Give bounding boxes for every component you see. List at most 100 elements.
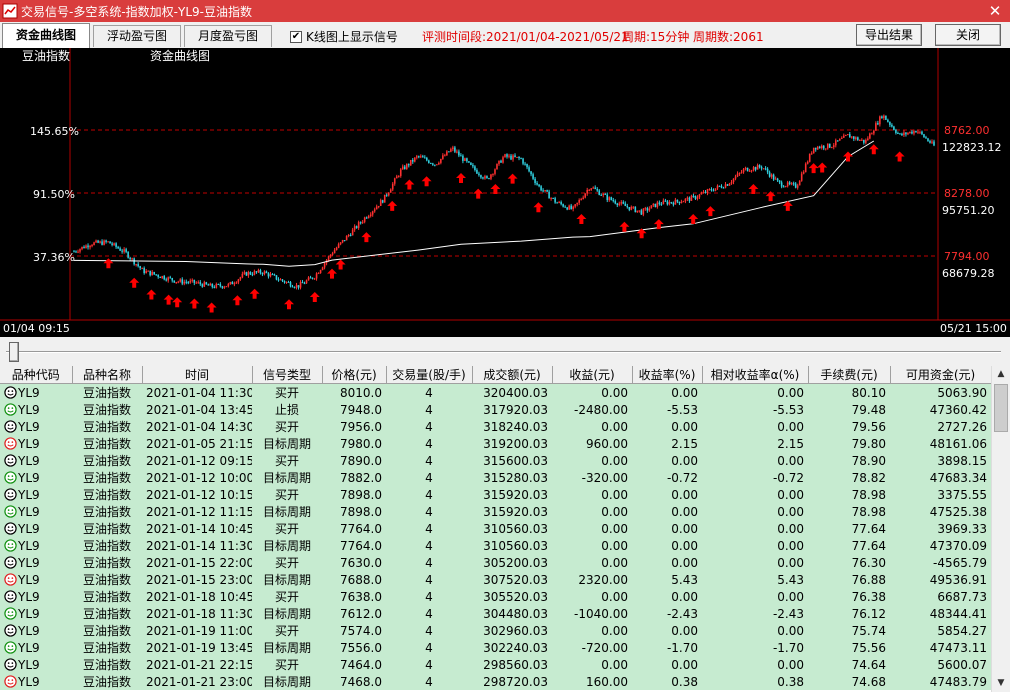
candle-body <box>732 178 735 182</box>
table-row[interactable]: YL9 豆油指数 2021-01-14 11:30 目标周期 7764.0 4 310560… <box>0 537 991 554</box>
candle-body <box>418 156 420 158</box>
column-header[interactable]: 收益(元) <box>552 366 633 384</box>
right-capital-tick-3: 68679.28 <box>942 267 995 280</box>
table-row[interactable]: YL9 豆油指数 2021-01-12 11:15 目标周期 7898.0 4 315920… <box>0 503 991 520</box>
candle-body <box>648 208 651 211</box>
smiley-icon <box>4 555 17 569</box>
cycle-text: 周期:15分钟 <box>622 30 690 44</box>
scroll-down-icon[interactable]: ▼ <box>992 675 1010 692</box>
column-header[interactable]: 收益率(%) <box>632 366 703 384</box>
candle-body <box>464 158 466 161</box>
cell-profit: 160.00 <box>586 674 628 689</box>
table-row[interactable]: YL9 豆油指数 2021-01-15 23:00 目标周期 7688.0 4 307520… <box>0 571 991 588</box>
column-header[interactable]: 时间 <box>142 366 253 384</box>
candle-body <box>123 249 125 252</box>
tab-equity-curve[interactable]: 资金曲线图 <box>2 23 90 48</box>
table-row[interactable]: YL9 豆油指数 2021-01-19 13:45 目标周期 7556.0 4 302240… <box>0 639 991 656</box>
buy-signal-arrow <box>327 268 337 279</box>
close-button[interactable]: 关闭 <box>935 24 1001 46</box>
candle-body <box>760 167 763 169</box>
column-header[interactable]: 可用资金(元) <box>890 366 992 384</box>
candle-body <box>598 190 601 195</box>
candle-body <box>566 207 568 210</box>
table-row[interactable]: YL9 豆油指数 2021-01-15 22:00 买开 7630.0 4 305200.0… <box>0 554 991 571</box>
cell-price: 7638.0 <box>340 589 382 604</box>
table-row[interactable]: YL9 豆油指数 2021-01-12 09:15 买开 7890.0 4 315600.0… <box>0 452 991 469</box>
candle-body <box>319 270 322 274</box>
smiley-icon <box>4 436 17 450</box>
cell-amount: 298720.03 <box>483 674 548 689</box>
window-close-icon[interactable]: ✕ <box>986 2 1004 20</box>
candle-body <box>271 274 274 276</box>
candle-body <box>742 169 745 173</box>
candle-body <box>885 115 887 120</box>
tab-monthly-pnl[interactable]: 月度盈亏图 <box>184 25 272 47</box>
candle-body <box>883 115 885 119</box>
candle-body <box>189 280 192 283</box>
candle-body <box>844 135 847 137</box>
candle-body <box>612 199 615 202</box>
show-signals-option[interactable]: ✔ K线图上显示信号 <box>290 28 398 45</box>
cell-qty: 4 <box>425 606 433 621</box>
tab-floating-pnl[interactable]: 浮动盈亏图 <box>93 25 181 47</box>
cell-time: 2021-01-14 11:30 <box>146 538 252 553</box>
cell-capital: 3375.55 <box>937 487 987 502</box>
cell-rel: 0.00 <box>777 453 804 468</box>
table-row[interactable]: YL9 豆油指数 2021-01-19 11:00 买开 7574.0 4 302960.0… <box>0 622 991 639</box>
column-header[interactable]: 相对收益率α(%) <box>702 366 809 384</box>
table-row[interactable]: YL9 豆油指数 2021-01-04 14:30 买开 7956.0 4 318240.0… <box>0 418 991 435</box>
table-row[interactable]: YL9 豆油指数 2021-01-18 10:45 买开 7638.0 4 305520.0… <box>0 588 991 605</box>
table-row[interactable]: YL9 豆油指数 2021-01-21 23:00 目标周期 7468.0 4 298720… <box>0 673 991 690</box>
table-row[interactable]: YL9 豆油指数 2021-01-14 10:45 买开 7764.0 4 310560.0… <box>0 520 991 537</box>
cell-price: 7630.0 <box>340 555 382 570</box>
cell-qty: 4 <box>425 470 433 485</box>
table-row[interactable]: YL9 豆油指数 2021-01-12 10:15 买开 7898.0 4 315920.0… <box>0 486 991 503</box>
candle-body <box>586 189 588 194</box>
table-row[interactable]: YL9 豆油指数 2021-01-04 11:30 买开 8010.0 4 320400.0… <box>0 383 991 401</box>
show-signals-checkbox[interactable]: ✔ <box>290 30 302 43</box>
export-button[interactable]: 导出结果 <box>856 24 922 46</box>
column-header[interactable]: 信号类型 <box>252 366 323 384</box>
column-header[interactable]: 手续费(元) <box>808 366 891 384</box>
buy-signal-arrow <box>206 302 217 313</box>
column-header[interactable]: 成交额(元) <box>472 366 553 384</box>
code-text: YL9 <box>18 470 40 485</box>
table-row[interactable]: YL9 豆油指数 2021-01-21 22:15 买开 7464.0 4 298560.0… <box>0 656 991 673</box>
candle-body <box>375 206 378 210</box>
column-header[interactable]: 价格(元) <box>322 366 387 384</box>
slider-thumb[interactable] <box>9 342 19 362</box>
cell-fee: 78.98 <box>851 487 886 502</box>
candle-body <box>281 279 284 281</box>
cell-rel: -5.53 <box>772 402 804 417</box>
candle-body <box>622 202 625 204</box>
candle-body <box>229 282 232 284</box>
scroll-thumb[interactable] <box>994 384 1008 432</box>
code-text: YL9 <box>18 538 40 553</box>
candle-body <box>524 163 526 165</box>
column-header[interactable]: 品种代码 <box>0 366 73 384</box>
scroll-up-icon[interactable]: ▲ <box>992 366 1010 383</box>
candle-body <box>446 151 448 156</box>
column-header[interactable]: 交易量(股/手) <box>386 366 473 384</box>
column-header[interactable]: 品种名称 <box>72 366 143 384</box>
table-row[interactable]: YL9 豆油指数 2021-01-18 11:30 目标周期 7612.0 4 304480… <box>0 605 991 622</box>
candle-body <box>716 185 719 189</box>
smiley-icon <box>4 640 17 654</box>
candle-body <box>159 276 162 278</box>
candle-body <box>576 202 578 205</box>
candle-body <box>855 137 857 139</box>
cell-amount: 298560.03 <box>483 657 548 672</box>
candle-body <box>470 162 472 165</box>
cell-rel: 0.00 <box>777 487 804 502</box>
cell-rate: 0.00 <box>671 623 698 638</box>
table-row[interactable]: YL9 豆油指数 2021-01-05 21:15 目标周期 7980.0 4 319200… <box>0 435 991 452</box>
cell-type: 目标周期 <box>262 471 311 485</box>
cell-amount: 315920.03 <box>483 504 548 519</box>
cell-fee: 76.38 <box>851 589 886 604</box>
candle-body <box>243 272 246 274</box>
cell-rate: 5.43 <box>671 572 698 587</box>
smiley-icon <box>4 521 17 535</box>
table-row[interactable]: YL9 豆油指数 2021-01-04 13:45 止损 7948.0 4 317920.0… <box>0 401 991 418</box>
table-row[interactable]: YL9 豆油指数 2021-01-12 10:00 目标周期 7882.0 4 315280… <box>0 469 991 486</box>
candle-body <box>247 272 250 276</box>
